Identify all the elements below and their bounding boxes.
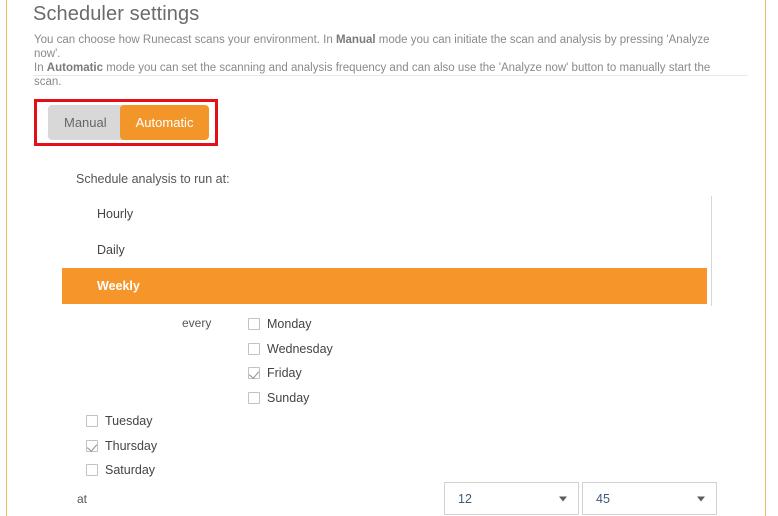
chevron-down-icon (697, 496, 705, 501)
day-checkbox-row-sunday[interactable]: Sunday (248, 386, 333, 411)
checkbox-thursday[interactable] (86, 439, 98, 452)
day-label-sunday: Sunday (267, 390, 310, 405)
checkbox-tuesday[interactable] (86, 415, 98, 428)
day-label-saturday: Saturday (105, 463, 156, 478)
day-checkbox-row-thursday[interactable]: Thursday (86, 434, 157, 459)
day-checkbox-row-friday[interactable]: Friday (248, 361, 333, 386)
description-automatic-emphasis: Automatic (46, 62, 104, 74)
day-checkbox-row-saturday[interactable]: Saturday (86, 458, 157, 483)
chevron-down-icon (559, 496, 567, 501)
description-line2-pre: In (34, 62, 47, 74)
checkbox-sunday[interactable] (248, 391, 260, 404)
page-description: You can choose how Runecast scans your e… (34, 33, 734, 89)
minute-select-value: 45 (596, 491, 610, 506)
mode-toggle-group[interactable]: Manual Automatic (48, 105, 210, 140)
frequency-list[interactable]: Hourly Daily Weekly (62, 196, 707, 304)
frequency-option-weekly[interactable]: Weekly (62, 268, 707, 304)
day-checkbox-column-primary: Monday Wednesday Friday Sunday (248, 312, 333, 410)
frequency-option-hourly[interactable]: Hourly (62, 196, 707, 232)
day-checkbox-row-monday[interactable]: Monday (248, 312, 333, 337)
day-checkbox-row-tuesday[interactable]: Tuesday (86, 409, 157, 434)
day-label-friday: Friday (267, 366, 302, 381)
minute-select[interactable]: 45 (582, 482, 717, 515)
day-label-thursday: Thursday (105, 438, 158, 453)
description-line1: You can choose how Runecast scans your e… (34, 34, 710, 60)
description-line1-pre: You can choose how Runecast scans your e… (34, 34, 336, 46)
frequency-option-daily[interactable]: Daily (62, 232, 707, 268)
day-label-wednesday: Wednesday (267, 341, 333, 356)
at-label: at (77, 492, 88, 506)
checkbox-wednesday[interactable] (248, 342, 260, 355)
mode-button-manual[interactable]: Manual (48, 105, 123, 140)
day-label-tuesday: Tuesday (105, 414, 153, 429)
day-label-monday: Monday (267, 317, 312, 332)
checkbox-saturday[interactable] (86, 464, 98, 477)
schedule-analysis-label: Schedule analysis to run at: (76, 172, 230, 186)
checkbox-monday[interactable] (248, 318, 260, 331)
mode-button-automatic[interactable]: Automatic (119, 105, 210, 140)
day-checkbox-row-wednesday[interactable]: Wednesday (248, 337, 333, 362)
frequency-list-scrollbar[interactable] (711, 196, 712, 306)
hour-select-value: 12 (458, 491, 472, 506)
scheduler-settings-page: Scheduler settings You can choose how Ru… (7, 0, 765, 516)
description-manual-emphasis: Manual (335, 34, 376, 46)
page-frame-right-border (765, 0, 766, 516)
day-checkbox-column-secondary: Tuesday Thursday Saturday (86, 409, 157, 483)
hour-select[interactable]: 12 (444, 482, 579, 515)
time-select-group: 12 45 (444, 482, 717, 515)
header-divider (33, 75, 748, 76)
checkbox-friday[interactable] (248, 367, 260, 380)
page-title: Scheduler settings (33, 3, 200, 25)
every-label: every (182, 316, 212, 330)
